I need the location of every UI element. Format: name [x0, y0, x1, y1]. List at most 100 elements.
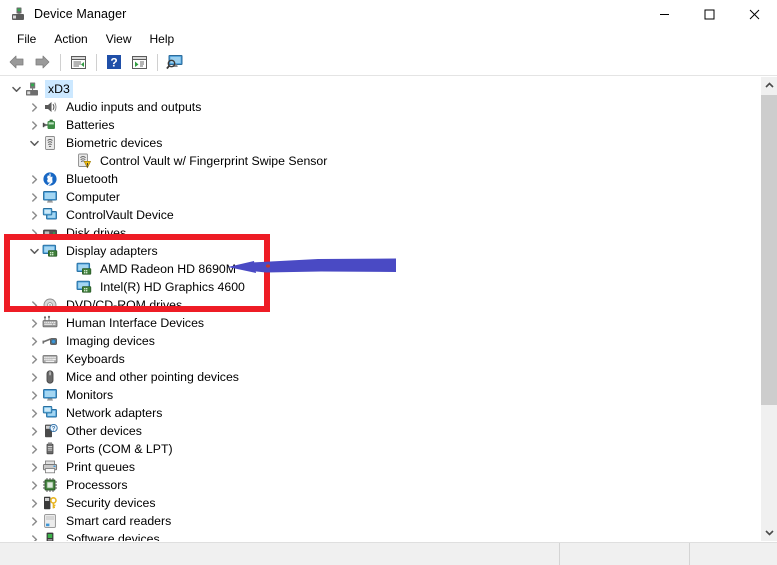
tree-row[interactable]: Print queues	[0, 458, 752, 476]
speaker-icon	[42, 99, 58, 115]
tree-row[interactable]: Display adapters	[0, 242, 752, 260]
tree-row[interactable]: DVD/CD-ROM drives	[0, 296, 752, 314]
toolbar-separator	[157, 54, 158, 71]
tree-row[interactable]: Bluetooth	[0, 170, 752, 188]
status-bar	[0, 542, 777, 565]
network-device-icon	[42, 405, 58, 421]
chevron-right-icon[interactable]	[26, 441, 42, 457]
tree-row-label: xD3	[45, 80, 73, 98]
tree-row-label: Monitors	[63, 386, 116, 404]
chevron-right-icon[interactable]	[26, 369, 42, 385]
chevron-right-icon[interactable]	[26, 171, 42, 187]
tree-row[interactable]: ControlVault Device	[0, 206, 752, 224]
tree-row[interactable]: Biometric devices	[0, 134, 752, 152]
menu-file[interactable]: File	[8, 30, 45, 48]
chevron-right-icon[interactable]	[26, 495, 42, 511]
chevron-down-icon[interactable]	[26, 243, 42, 259]
chevron-right-icon[interactable]	[26, 99, 42, 115]
tree-row[interactable]: Ports (COM & LPT)	[0, 440, 752, 458]
minimize-button[interactable]	[642, 0, 687, 28]
unknown-device-icon: ?	[42, 423, 58, 439]
tree-row[interactable]: Mice and other pointing devices	[0, 368, 752, 386]
tree-row[interactable]: Software devices	[0, 530, 752, 541]
tree-row[interactable]: Smart card readers	[0, 512, 752, 530]
status-pane-3	[690, 543, 777, 565]
tree-row[interactable]: Security devices	[0, 494, 752, 512]
scrollbar-thumb[interactable]	[761, 95, 777, 405]
chevron-right-icon[interactable]	[26, 459, 42, 475]
chevron-right-icon[interactable]	[26, 117, 42, 133]
title-bar: Device Manager	[0, 0, 777, 28]
tree-row[interactable]: Disk drives	[0, 224, 752, 242]
tree-row[interactable]: Imaging devices	[0, 332, 752, 350]
unknown-device-icon: ?	[42, 423, 58, 439]
device-manager-icon	[10, 6, 26, 22]
tree-row[interactable]: Processors	[0, 476, 752, 494]
tree-row-label: Keyboards	[63, 350, 128, 368]
display-adapter-icon	[76, 261, 92, 277]
processor-icon	[42, 477, 58, 493]
chevron-right-icon[interactable]	[26, 477, 42, 493]
chevron-right-icon[interactable]	[26, 531, 42, 541]
scroll-up-button[interactable]	[761, 77, 777, 94]
window-controls	[642, 0, 777, 28]
menu-action[interactable]: Action	[45, 30, 96, 48]
tree-row[interactable]: Computer	[0, 188, 752, 206]
tree-row-label: AMD Radeon HD 8690M	[97, 260, 239, 278]
fingerprint-icon	[42, 135, 58, 151]
optical-drive-icon	[42, 297, 58, 313]
display-adapter-icon	[76, 261, 92, 277]
back-button[interactable]	[5, 51, 29, 73]
tree-row[interactable]: xD3	[0, 80, 752, 98]
tree-row-label: Control Vault w/ Fingerprint Swipe Senso…	[97, 152, 330, 170]
software-device-icon	[42, 531, 58, 541]
close-button[interactable]	[732, 0, 777, 28]
chevron-right-icon[interactable]	[26, 207, 42, 223]
tree-row-label: Other devices	[63, 422, 145, 440]
tree-row[interactable]: Human Interface Devices	[0, 314, 752, 332]
tree-spacer	[60, 261, 76, 277]
help-button[interactable]: ?	[102, 51, 126, 73]
tree-row[interactable]: Keyboards	[0, 350, 752, 368]
chevron-right-icon[interactable]	[26, 405, 42, 421]
chevron-right-icon[interactable]	[26, 315, 42, 331]
maximize-button[interactable]	[687, 0, 732, 28]
display-adapter-icon	[76, 279, 92, 295]
update-driver-button[interactable]	[127, 51, 151, 73]
tree-row[interactable]: Batteries	[0, 116, 752, 134]
tree-row[interactable]: Intel(R) HD Graphics 4600	[0, 278, 752, 296]
vertical-scrollbar[interactable]	[760, 77, 777, 541]
camera-icon	[42, 333, 58, 349]
tree-row[interactable]: Control Vault w/ Fingerprint Swipe Senso…	[0, 152, 752, 170]
forward-button[interactable]	[30, 51, 54, 73]
chevron-right-icon[interactable]	[26, 189, 42, 205]
chevron-down-icon[interactable]	[26, 135, 42, 151]
scroll-down-button[interactable]	[761, 524, 777, 541]
chevron-right-icon[interactable]	[26, 387, 42, 403]
tree-row-label: Human Interface Devices	[63, 314, 207, 332]
chevron-down-icon[interactable]	[8, 81, 24, 97]
chevron-right-icon[interactable]	[26, 351, 42, 367]
properties-button[interactable]	[66, 51, 90, 73]
chevron-right-icon[interactable]	[26, 297, 42, 313]
chevron-right-icon[interactable]	[26, 333, 42, 349]
chevron-right-icon[interactable]	[26, 423, 42, 439]
tree-row[interactable]: AMD Radeon HD 8690M	[0, 260, 752, 278]
mouse-icon	[42, 369, 58, 385]
device-tree-pane[interactable]: xD3Audio inputs and outputsBatteriesBiom…	[0, 77, 777, 541]
tree-row-label: Imaging devices	[63, 332, 158, 350]
chevron-right-icon[interactable]	[26, 225, 42, 241]
tree-row[interactable]: ? Other devices	[0, 422, 752, 440]
chevron-right-icon[interactable]	[26, 513, 42, 529]
tree-row-label: Disk drives	[63, 224, 129, 242]
tree-row[interactable]: Monitors	[0, 386, 752, 404]
monitor-icon	[42, 189, 58, 205]
menu-view[interactable]: View	[97, 30, 141, 48]
security-key-icon	[42, 495, 58, 511]
tree-row[interactable]: Network adapters	[0, 404, 752, 422]
scan-hardware-button[interactable]	[163, 51, 187, 73]
disk-drive-icon	[42, 225, 58, 241]
tree-row-label: Biometric devices	[63, 134, 165, 152]
menu-help[interactable]: Help	[141, 30, 184, 48]
tree-row[interactable]: Audio inputs and outputs	[0, 98, 752, 116]
